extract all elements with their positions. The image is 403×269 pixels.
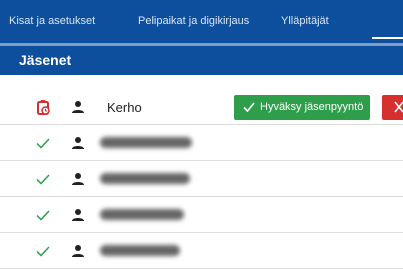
user-icon — [70, 135, 86, 151]
member-row — [0, 161, 403, 197]
approve-request-label: Hyväksy jäsenpyyntö — [260, 101, 364, 113]
check-icon — [35, 171, 51, 187]
tab-pelipaikat-ja-digikirjaus[interactable]: Pelipaikat ja digikirjaus — [138, 0, 249, 43]
user-icon — [70, 207, 86, 223]
member-row — [0, 125, 403, 161]
user-icon — [70, 99, 86, 115]
member-name: Kerho — [107, 100, 142, 115]
blurred-member-name — [100, 245, 180, 256]
user-icon — [70, 171, 86, 187]
member-row — [0, 197, 403, 233]
blurred-member-name — [100, 173, 190, 184]
section-header: Jäsenet — [0, 43, 403, 75]
check-icon — [35, 243, 51, 259]
user-icon — [70, 243, 86, 259]
reject-request-button[interactable] — [382, 95, 403, 120]
check-icon — [35, 207, 51, 223]
member-row: Kerho Hyväksy jäsenpyyntö — [0, 89, 403, 125]
blurred-member-name — [100, 137, 192, 148]
tab-yllapitajat[interactable]: Ylläpitäjät — [281, 0, 329, 43]
blurred-member-name — [100, 209, 184, 220]
close-icon — [394, 101, 403, 113]
pending-clipboard-icon — [35, 99, 51, 115]
check-icon — [243, 102, 255, 113]
check-icon — [35, 135, 51, 151]
approve-request-button[interactable]: Hyväksy jäsenpyyntö — [234, 95, 370, 120]
tab-kisat-ja-asetukset[interactable]: Kisat ja asetukset — [9, 0, 95, 43]
top-navigation: Kisat ja asetukset Pelipaikat ja digikir… — [0, 0, 403, 43]
active-tab-indicator — [372, 37, 403, 39]
section-title: Jäsenet — [19, 52, 72, 68]
